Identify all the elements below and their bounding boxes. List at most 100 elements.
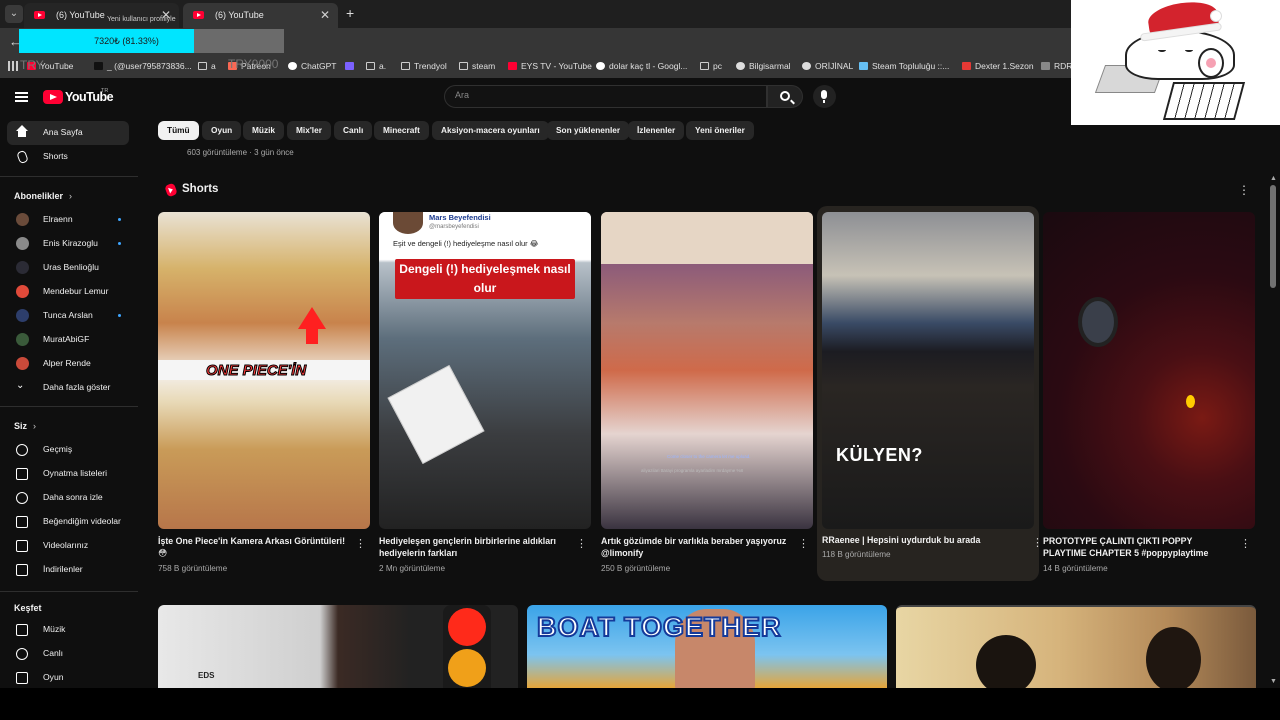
browser-tab-2[interactable]: (6) YouTube ✕ bbox=[183, 3, 338, 28]
bookmark-dexter-1-sezon[interactable]: Dexter 1.Sezon bbox=[962, 61, 1034, 71]
sidebar-channel-mendebur-lemur[interactable]: Mendebur Lemur bbox=[7, 280, 129, 304]
sidebar-item-history[interactable]: Geçmiş bbox=[7, 438, 129, 462]
bookmark-item[interactable] bbox=[345, 61, 358, 71]
sidebar-item-playlist[interactable]: Oynatma listeleri bbox=[7, 462, 129, 486]
sidebar-channel-enis-kirazoglu[interactable]: Enis Kirazoglu bbox=[7, 232, 129, 256]
bookmark-a[interactable]: a bbox=[198, 61, 216, 71]
video-thumbnail[interactable]: EDS bbox=[158, 605, 518, 688]
apps-grid-icon[interactable] bbox=[8, 61, 18, 71]
hamburger-menu-icon[interactable] bbox=[15, 92, 28, 102]
santa-hat-pompom bbox=[1210, 10, 1222, 22]
playlist-icon bbox=[16, 468, 28, 480]
bookmark-chatgpt[interactable]: ChatGPT bbox=[288, 61, 336, 71]
short-title[interactable]: İşte One Piece'in Kamera Arkası Görüntül… bbox=[158, 535, 350, 559]
short-more-icon[interactable]: ⋮ bbox=[1032, 536, 1043, 549]
sidebar-channel-elraenn[interactable]: Elraenn bbox=[7, 208, 129, 232]
short-card[interactable]: Come closer to the camera let me upload.… bbox=[601, 212, 813, 584]
ghost-amount-label: TRY9000 bbox=[228, 57, 279, 71]
sidebar-item-shorts[interactable]: Shorts bbox=[7, 145, 129, 169]
bookmark-eys-tv-youtube[interactable]: EYS TV - YouTube bbox=[508, 61, 592, 71]
filter-chip[interactable]: Minecraft bbox=[374, 121, 429, 140]
you-heading[interactable]: Siz › bbox=[14, 421, 36, 431]
region-badge: TR bbox=[101, 88, 109, 94]
short-title[interactable]: RRaenee | Hepsini uydurduk bu arada bbox=[822, 534, 1014, 546]
bookmark-steam-toplulu-u[interactable]: Steam Topluluğu ::... bbox=[859, 61, 949, 71]
tab-close-icon[interactable]: ✕ bbox=[320, 8, 330, 22]
sidebar-item-live[interactable]: Canlı bbox=[7, 642, 129, 666]
short-title[interactable]: Hediyeleşen gençlerin birbirlerine aldık… bbox=[379, 535, 571, 559]
short-more-icon[interactable]: ⋮ bbox=[576, 537, 587, 550]
thumbnail-caption: Eşit ve dengeli (!) hediyeleşme nasıl ol… bbox=[393, 239, 539, 248]
sidebar-item-gaming[interactable]: Oyun bbox=[7, 666, 129, 690]
bookmark-dolar-ka-tl-googl[interactable]: dolar kaç tl - Googl... bbox=[596, 61, 687, 71]
sidebar-item-download[interactable]: İndirilenler bbox=[7, 558, 129, 582]
tab-search-chevron-icon[interactable]: ⌄ bbox=[5, 5, 23, 23]
short-card[interactable]: ONE PIECE'İN İşte One Piece'in Kamera Ar… bbox=[158, 212, 370, 584]
sidebar-item-thumbs-up[interactable]: Beğendiğim videolar bbox=[7, 510, 129, 534]
filter-chip[interactable]: Canlı bbox=[334, 121, 373, 140]
short-thumbnail[interactable] bbox=[1043, 212, 1255, 529]
short-more-icon[interactable]: ⋮ bbox=[355, 537, 366, 550]
subscriptions-heading[interactable]: Abonelikler › bbox=[14, 191, 72, 201]
bookmark-pc[interactable]: pc bbox=[700, 61, 722, 71]
search-box[interactable] bbox=[444, 85, 767, 108]
bookmark-trendyol[interactable]: Trendyol bbox=[401, 61, 447, 71]
filter-chip[interactable]: Oyun bbox=[202, 121, 242, 140]
thumbnail-subtitle: Come closer to the camera let me upload. bbox=[667, 454, 751, 459]
filter-chip[interactable]: Tümü bbox=[158, 121, 199, 140]
ghost-currency-label: TRY bbox=[20, 58, 44, 72]
red-arrow-icon bbox=[298, 307, 326, 329]
search-input[interactable] bbox=[455, 90, 755, 100]
video-icon bbox=[16, 540, 28, 552]
short-more-icon[interactable]: ⋮ bbox=[1240, 537, 1251, 550]
clock-icon bbox=[16, 492, 28, 504]
sidebar-item-music[interactable]: Müzik bbox=[7, 618, 129, 642]
filter-chip[interactable]: Mix'ler bbox=[287, 121, 331, 140]
short-title[interactable]: Artık gözümde bir varlıkla beraber yaşıy… bbox=[601, 535, 793, 559]
shelf-more-icon[interactable]: ⋮ bbox=[1238, 183, 1250, 197]
youtube-logo-icon[interactable] bbox=[43, 90, 63, 104]
filter-chip[interactable]: Aksiyon-macera oyunları bbox=[432, 121, 549, 140]
new-tab-button[interactable]: + bbox=[346, 5, 354, 21]
scroll-up-icon[interactable]: ▲ bbox=[1270, 175, 1277, 182]
sidebar-item-clock[interactable]: Daha sonra izle bbox=[7, 486, 129, 510]
sidebar-channel-uras-benlio-lu[interactable]: Uras Benlioğlu bbox=[7, 256, 129, 280]
filter-chip[interactable]: Müzik bbox=[243, 121, 285, 140]
thumbnail-overlay-text: KÜLYEN? bbox=[836, 445, 923, 465]
bottom-black-strip bbox=[0, 688, 1280, 720]
shorts-shelf-title: Shorts bbox=[182, 183, 219, 195]
filter-chip[interactable]: Son yüklenenler bbox=[547, 121, 630, 140]
bookmark-ori-ji-nal[interactable]: ORİJİNAL bbox=[802, 61, 853, 71]
sidebar-channel-alper-rende[interactable]: Alper Rende bbox=[7, 352, 129, 376]
short-more-icon[interactable]: ⋮ bbox=[798, 537, 809, 550]
short-thumbnail[interactable]: Come closer to the camera let me upload.… bbox=[601, 212, 813, 529]
sidebar-channel-muratabigf[interactable]: MuratAbiGF bbox=[7, 328, 129, 352]
bookmark-bilgisarmal[interactable]: Bilgisarmal bbox=[736, 61, 791, 71]
short-thumbnail[interactable]: ONE PIECE'İN bbox=[158, 212, 370, 529]
short-card[interactable]: PROTOTYPE ÇALINTI ÇIKTI POPPY PLAYTIME C… bbox=[1043, 212, 1255, 584]
video-thumbnail[interactable] bbox=[896, 605, 1256, 688]
short-thumbnail[interactable]: KÜLYEN? bbox=[822, 212, 1034, 529]
bookmark-a[interactable]: a. bbox=[366, 61, 386, 71]
short-title[interactable]: PROTOTYPE ÇALINTI ÇIKTI POPPY PLAYTIME C… bbox=[1043, 535, 1235, 559]
filter-chip[interactable]: Yeni öneriler bbox=[686, 121, 754, 140]
sidebar-item-home[interactable]: Ana Sayfa bbox=[7, 121, 129, 145]
voice-search-button[interactable] bbox=[813, 85, 836, 108]
search-button[interactable] bbox=[767, 85, 803, 108]
google-icon bbox=[596, 62, 605, 70]
sidebar-channel-tunca-arslan[interactable]: Tunca Arslan bbox=[7, 304, 129, 328]
sidebar-show-more[interactable]: ⌄ Daha fazla göster bbox=[7, 376, 129, 400]
bookmark-user795873836[interactable]: _ (@user795873836... bbox=[94, 61, 192, 71]
short-card[interactable]: Mars Beyefendisi @marsbeyefendisi Eşit v… bbox=[379, 212, 591, 584]
filter-chip[interactable]: İzlenenler bbox=[628, 121, 685, 140]
short-card[interactable]: KÜLYEN? RRaenee | Hepsini uydurduk bu ar… bbox=[817, 206, 1043, 581]
bookmark-steam[interactable]: steam bbox=[459, 61, 495, 71]
page-scrollbar[interactable] bbox=[1270, 185, 1276, 288]
video-thumbnail[interactable]: BOAT TOGETHER bbox=[527, 605, 887, 688]
bookmark-rdr[interactable]: RDR bbox=[1041, 61, 1072, 71]
scroll-down-icon[interactable]: ▼ bbox=[1270, 678, 1277, 685]
bookmark-label: EYS TV - YouTube bbox=[521, 61, 592, 71]
thumbnail-subtitle: aliyazilari ttarayi programla ayarladim … bbox=[641, 468, 744, 473]
short-thumbnail[interactable]: Mars Beyefendisi @marsbeyefendisi Eşit v… bbox=[379, 212, 591, 529]
sidebar-item-video[interactable]: Videolarınız bbox=[7, 534, 129, 558]
